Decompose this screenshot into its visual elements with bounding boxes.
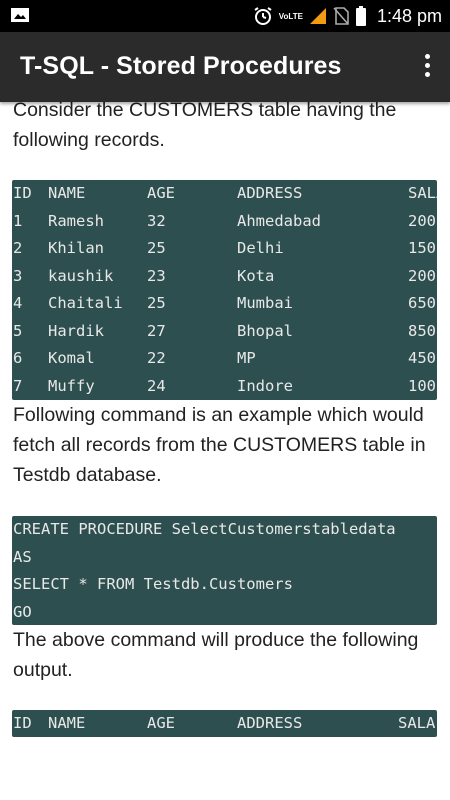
table-row: 2 Khilan 25 Delhi 1500 xyxy=(12,235,437,263)
code-line: GO xyxy=(13,602,32,621)
cell-salary: 6500 xyxy=(408,294,437,312)
cell-age: 25 xyxy=(147,239,166,257)
menu-dot xyxy=(424,63,430,68)
cell-id: 2 xyxy=(13,239,23,257)
header-address: ADDRESS xyxy=(237,184,303,202)
cell-address: Ahmedabad xyxy=(237,211,321,230)
header-id: ID xyxy=(13,184,32,202)
table-row: 7 Muffy 24 Indore 1000 xyxy=(12,373,437,401)
cell-address: Delhi xyxy=(237,239,284,257)
menu-dot xyxy=(424,54,430,59)
network-label: VoLTE xyxy=(278,11,303,21)
table-row: 4 Chaitali 25 Mumbai 6500 xyxy=(12,290,437,318)
header-name: NAME xyxy=(48,714,86,732)
cell-address: Mumbai xyxy=(237,294,293,312)
clock-time: 1:48 pm xyxy=(376,5,442,26)
cell-age: 22 xyxy=(147,349,166,367)
output-paragraph: The above command will produce the follo… xyxy=(13,625,443,685)
header-id: ID xyxy=(13,714,32,732)
cell-name: Komal xyxy=(48,349,95,367)
cell-age: 24 xyxy=(147,376,166,395)
cell-id: 5 xyxy=(13,321,23,340)
cell-age: 23 xyxy=(147,266,166,285)
sql-code-block: CREATE PROCEDURE SelectCustomerstabledat… xyxy=(12,516,437,625)
cell-address: Bhopal xyxy=(237,321,293,340)
code-line: SELECT * FROM Testdb.Customers xyxy=(13,575,293,593)
cell-age: 25 xyxy=(147,294,166,312)
paragraph-line: Consider the CUSTOMERS table having the xyxy=(13,102,397,121)
intro-paragraph: Consider the CUSTOMERS table having the … xyxy=(13,102,443,155)
menu-dot xyxy=(424,72,430,77)
paragraph-line: The above command will produce the follo… xyxy=(13,629,419,651)
description-paragraph: Following command is an example which wo… xyxy=(13,400,443,490)
cell-id: 6 xyxy=(13,349,23,367)
header-salary: SALA xyxy=(408,184,437,202)
output-table-block: ID NAME AGE ADDRESS SALA xyxy=(12,710,437,737)
cell-age: 32 xyxy=(147,211,166,230)
overflow-menu-icon[interactable] xyxy=(422,54,432,82)
cell-age: 27 xyxy=(147,321,166,340)
paragraph-line: following records. xyxy=(13,129,165,151)
status-bar: VoLTE 1:48 pm xyxy=(0,0,450,32)
app-bar: T-SQL - Stored Procedures xyxy=(0,32,450,102)
cell-address: Kota xyxy=(237,266,275,285)
customers-table-block: ID NAME AGE ADDRESS SALA 1 Ramesh 32 Ahm… xyxy=(12,180,437,400)
cell-name: Ramesh xyxy=(48,211,104,230)
header-name: NAME xyxy=(48,184,86,202)
code-line: AS xyxy=(13,547,32,566)
image-icon xyxy=(11,8,29,22)
cell-id: 3 xyxy=(13,266,23,285)
cell-name: Muffy xyxy=(48,376,95,395)
article-content[interactable]: Consider the CUSTOMERS table having the … xyxy=(0,102,450,800)
signal-icon xyxy=(309,8,326,24)
cell-salary: 2000 xyxy=(408,266,437,285)
header-salary: SALA xyxy=(398,714,436,732)
cell-address: MP xyxy=(237,349,256,367)
page-title: T-SQL - Stored Procedures xyxy=(20,52,342,80)
cell-id: 4 xyxy=(13,294,23,312)
paragraph-line: output. xyxy=(13,659,73,681)
battery-icon xyxy=(355,6,366,26)
cell-salary: 8500 xyxy=(408,321,437,340)
cell-salary: 2000 xyxy=(408,211,437,230)
paragraph-line: fetch all records from the CUSTOMERS tab… xyxy=(13,434,426,456)
table-row: 5 Hardik 27 Bhopal 8500 xyxy=(12,318,437,346)
header-age: AGE xyxy=(147,184,175,202)
no-sim-icon xyxy=(333,7,349,25)
paragraph-line: Following command is an example which wo… xyxy=(13,404,424,426)
cell-id: 1 xyxy=(13,211,23,230)
alarm-icon xyxy=(254,7,272,25)
cell-salary: 4500 xyxy=(408,349,437,367)
cell-name: Khilan xyxy=(48,239,104,257)
header-address: ADDRESS xyxy=(237,714,303,732)
paragraph-line: Testdb database. xyxy=(13,464,162,486)
table-row: 3 kaushik 23 Kota 2000 xyxy=(12,263,437,291)
cell-salary: 1000 xyxy=(408,376,437,395)
cell-address: Indore xyxy=(237,376,293,395)
cell-name: Hardik xyxy=(48,321,104,340)
table-row: 6 Komal 22 MP 4500 xyxy=(12,345,437,373)
cell-id: 7 xyxy=(13,376,23,395)
table-header-row: ID NAME AGE ADDRESS SALA xyxy=(12,180,437,208)
code-line: CREATE PROCEDURE SelectCustomerstabledat… xyxy=(13,520,396,538)
table-row: 1 Ramesh 32 Ahmedabad 2000 xyxy=(12,208,437,236)
cell-name: Chaitali xyxy=(48,294,123,312)
header-age: AGE xyxy=(147,714,175,732)
cell-name: kaushik xyxy=(48,266,114,285)
cell-salary: 1500 xyxy=(408,239,437,257)
table-header-row: ID NAME AGE ADDRESS SALA xyxy=(12,710,437,737)
